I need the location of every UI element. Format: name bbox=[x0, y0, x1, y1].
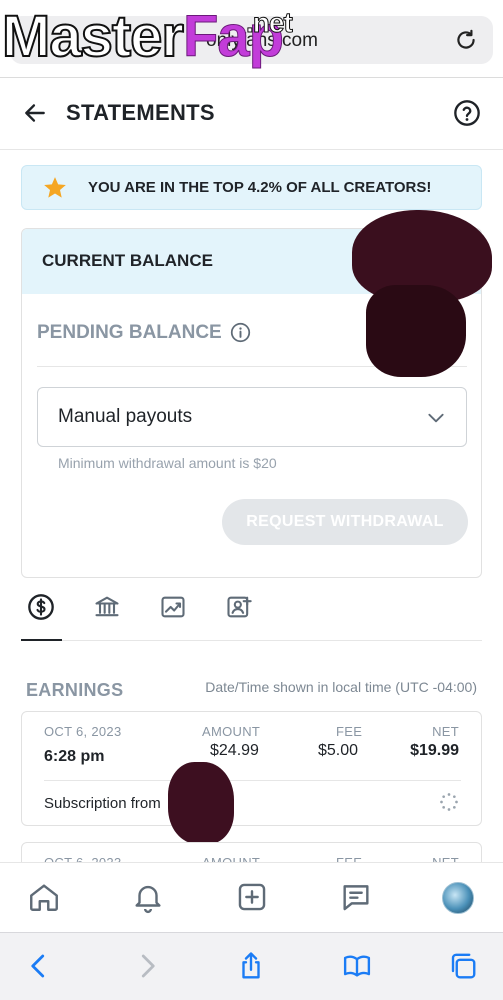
browser-forward-icon[interactable] bbox=[132, 951, 162, 981]
user-card-icon bbox=[227, 596, 252, 618]
net-column-label: NET bbox=[432, 724, 459, 739]
request-withdrawal-button[interactable]: REQUEST WITHDRAWAL bbox=[222, 499, 468, 545]
watermark-logo: MasterFap .net bbox=[1, 2, 293, 72]
earning-time: 6:28 pm bbox=[44, 748, 105, 765]
ranking-text: YOU ARE IN THE TOP 4.2% OF ALL CREATORS! bbox=[88, 179, 432, 196]
redaction-mark bbox=[168, 762, 234, 844]
browser-url-area: onlyfans.com MasterFap .net bbox=[0, 0, 503, 78]
earning-row[interactable]: OCT 6, 2023 AMOUNT FEE NET 6:28 pm $24.9… bbox=[21, 711, 482, 826]
bank-icon bbox=[95, 596, 119, 617]
bottom-navigation bbox=[0, 862, 503, 932]
tab-earnings[interactable] bbox=[21, 587, 61, 627]
watermark-part-a: Master bbox=[1, 3, 185, 70]
star-icon bbox=[44, 177, 66, 198]
browser-toolbar bbox=[0, 932, 503, 1000]
avatar[interactable] bbox=[442, 882, 474, 914]
earning-date: OCT 6, 2023 bbox=[44, 724, 122, 739]
watermark-tld: .net bbox=[246, 7, 294, 39]
minimum-withdrawal-note: Minimum withdrawal amount is $20 bbox=[58, 455, 277, 471]
chart-icon bbox=[161, 596, 185, 618]
current-balance-label: CURRENT BALANCE bbox=[42, 251, 213, 270]
nav-notifications[interactable] bbox=[130, 879, 166, 915]
dollar-circle-icon bbox=[28, 594, 54, 620]
fee-column-label: FEE bbox=[336, 724, 363, 739]
page-title: STATEMENTS bbox=[66, 100, 215, 125]
share-icon[interactable] bbox=[236, 951, 266, 981]
tab-statistics[interactable] bbox=[153, 587, 193, 627]
payout-method-select[interactable]: Manual payouts bbox=[37, 387, 467, 447]
tabs-icon[interactable] bbox=[448, 951, 478, 981]
plus-square-icon bbox=[238, 883, 266, 911]
tab-referrals[interactable] bbox=[219, 587, 259, 627]
loading-spinner-icon bbox=[440, 793, 458, 811]
chevron-down-icon bbox=[428, 413, 444, 423]
nav-new-post[interactable] bbox=[234, 879, 270, 915]
divider bbox=[44, 780, 461, 781]
bookmarks-icon[interactable] bbox=[342, 951, 372, 981]
bell-icon bbox=[135, 885, 161, 914]
earning-description: Subscription from bbox=[44, 795, 161, 812]
info-icon[interactable] bbox=[230, 322, 251, 343]
tab-payouts[interactable] bbox=[87, 587, 127, 627]
nav-home[interactable] bbox=[26, 879, 62, 915]
message-icon bbox=[343, 885, 369, 911]
earnings-title: EARNINGS bbox=[26, 680, 124, 700]
home-icon bbox=[30, 884, 58, 911]
page-header: STATEMENTS bbox=[0, 78, 503, 150]
statement-tabs bbox=[21, 587, 482, 641]
pending-balance-label: PENDING BALANCE bbox=[37, 322, 222, 343]
ranking-banner: YOU ARE IN THE TOP 4.2% OF ALL CREATORS! bbox=[21, 165, 482, 210]
amount-column-label: AMOUNT bbox=[202, 724, 261, 739]
back-arrow-icon[interactable] bbox=[22, 100, 48, 126]
help-icon[interactable] bbox=[453, 99, 481, 127]
earning-amount: $24.99 bbox=[210, 742, 259, 759]
browser-back-icon[interactable] bbox=[24, 951, 54, 981]
timezone-note: Date/Time shown in local time (UTC -04:0… bbox=[205, 679, 477, 695]
earning-fee: $5.00 bbox=[318, 742, 359, 759]
active-tab-indicator bbox=[21, 639, 62, 641]
redaction-mark bbox=[366, 285, 466, 377]
nav-messages[interactable] bbox=[338, 879, 374, 915]
reload-icon[interactable] bbox=[453, 27, 479, 53]
earning-net: $19.99 bbox=[410, 742, 459, 759]
payout-method-value: Manual payouts bbox=[58, 406, 193, 427]
